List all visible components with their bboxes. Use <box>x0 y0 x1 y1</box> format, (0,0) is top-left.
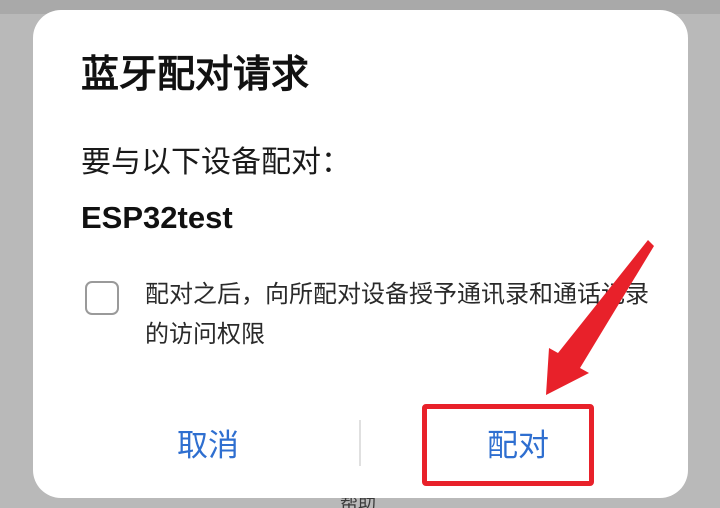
pairing-prompt: 要与以下设备配对： <box>81 145 351 180</box>
dialog-title: 蓝牙配对请求 <box>81 52 310 96</box>
pair-button[interactable]: 配对 <box>453 418 583 474</box>
contacts-permission-label[interactable]: 配对之后，向所配对设备授予通讯录和通话记录的访问权限 <box>145 274 650 354</box>
cancel-button[interactable]: 取消 <box>143 418 273 474</box>
contacts-permission-checkbox[interactable] <box>85 281 119 315</box>
device-name: ESP32test <box>81 200 233 235</box>
button-divider <box>359 420 361 466</box>
bluetooth-pairing-dialog: 蓝牙配对请求 要与以下设备配对： ESP32test 配对之后，向所配对设备授予… <box>33 10 688 498</box>
